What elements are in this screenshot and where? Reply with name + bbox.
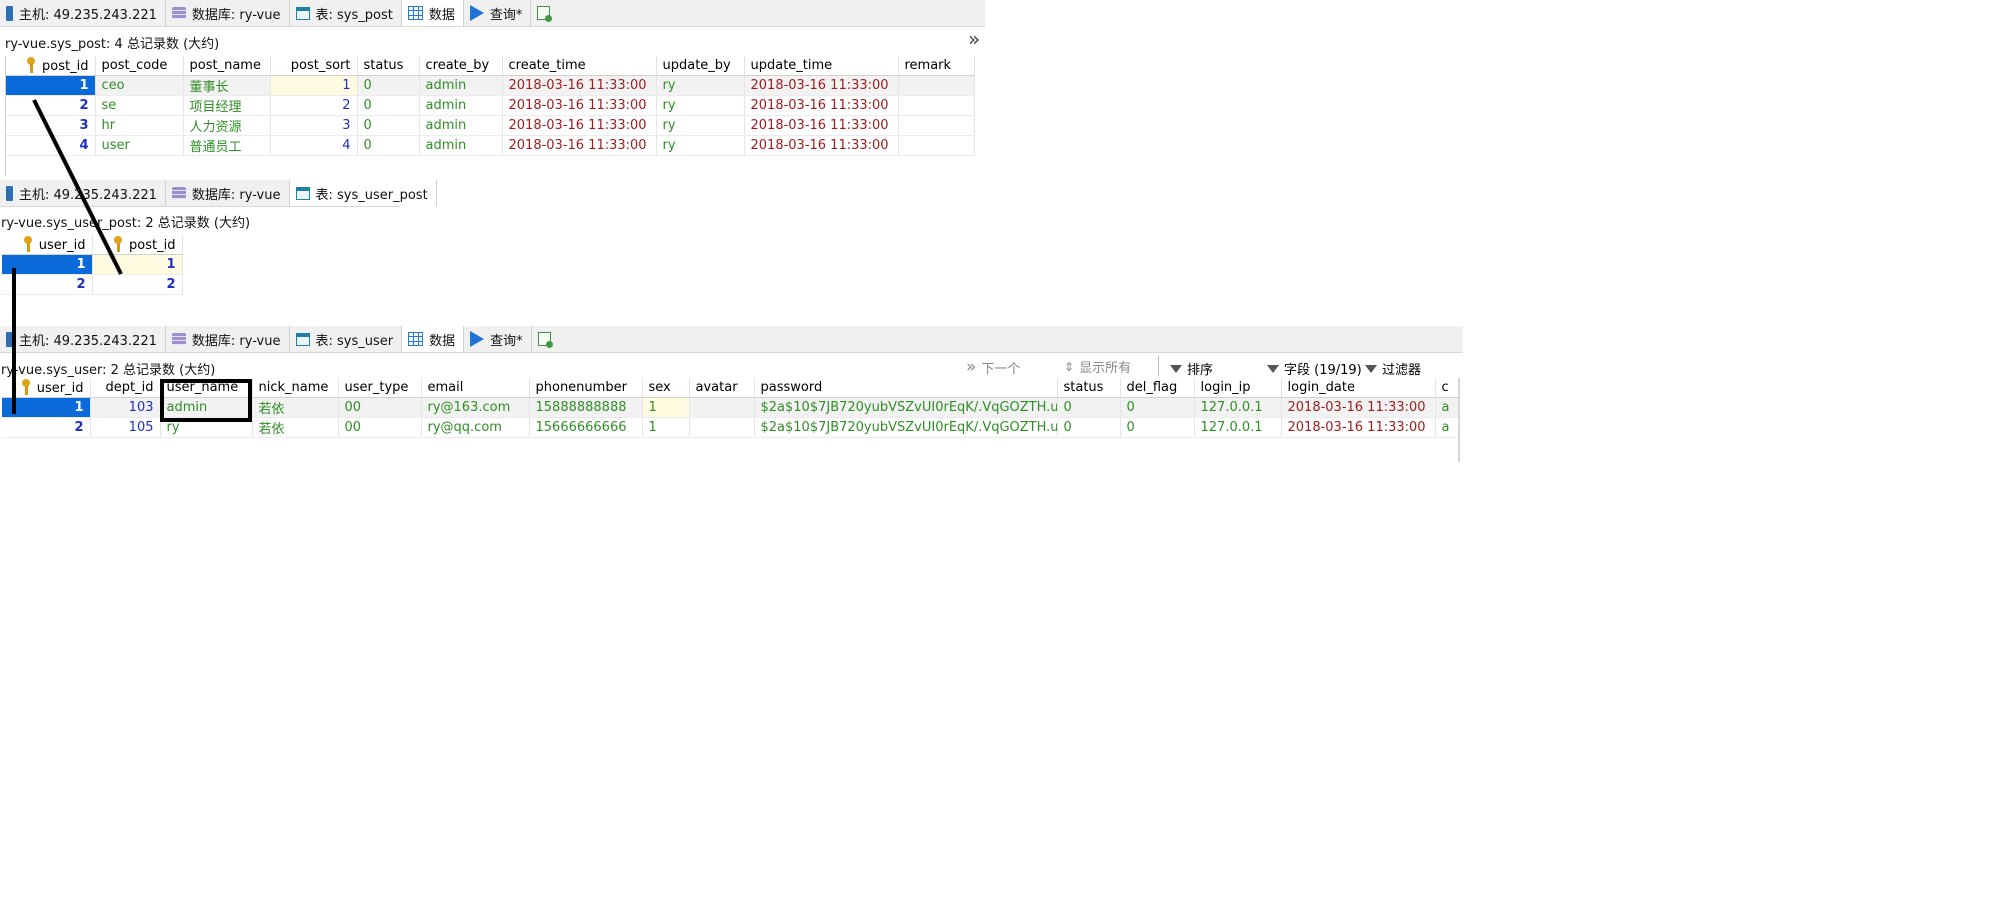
annotation-lines [12, 99, 123, 414]
connector-line [32, 99, 123, 275]
